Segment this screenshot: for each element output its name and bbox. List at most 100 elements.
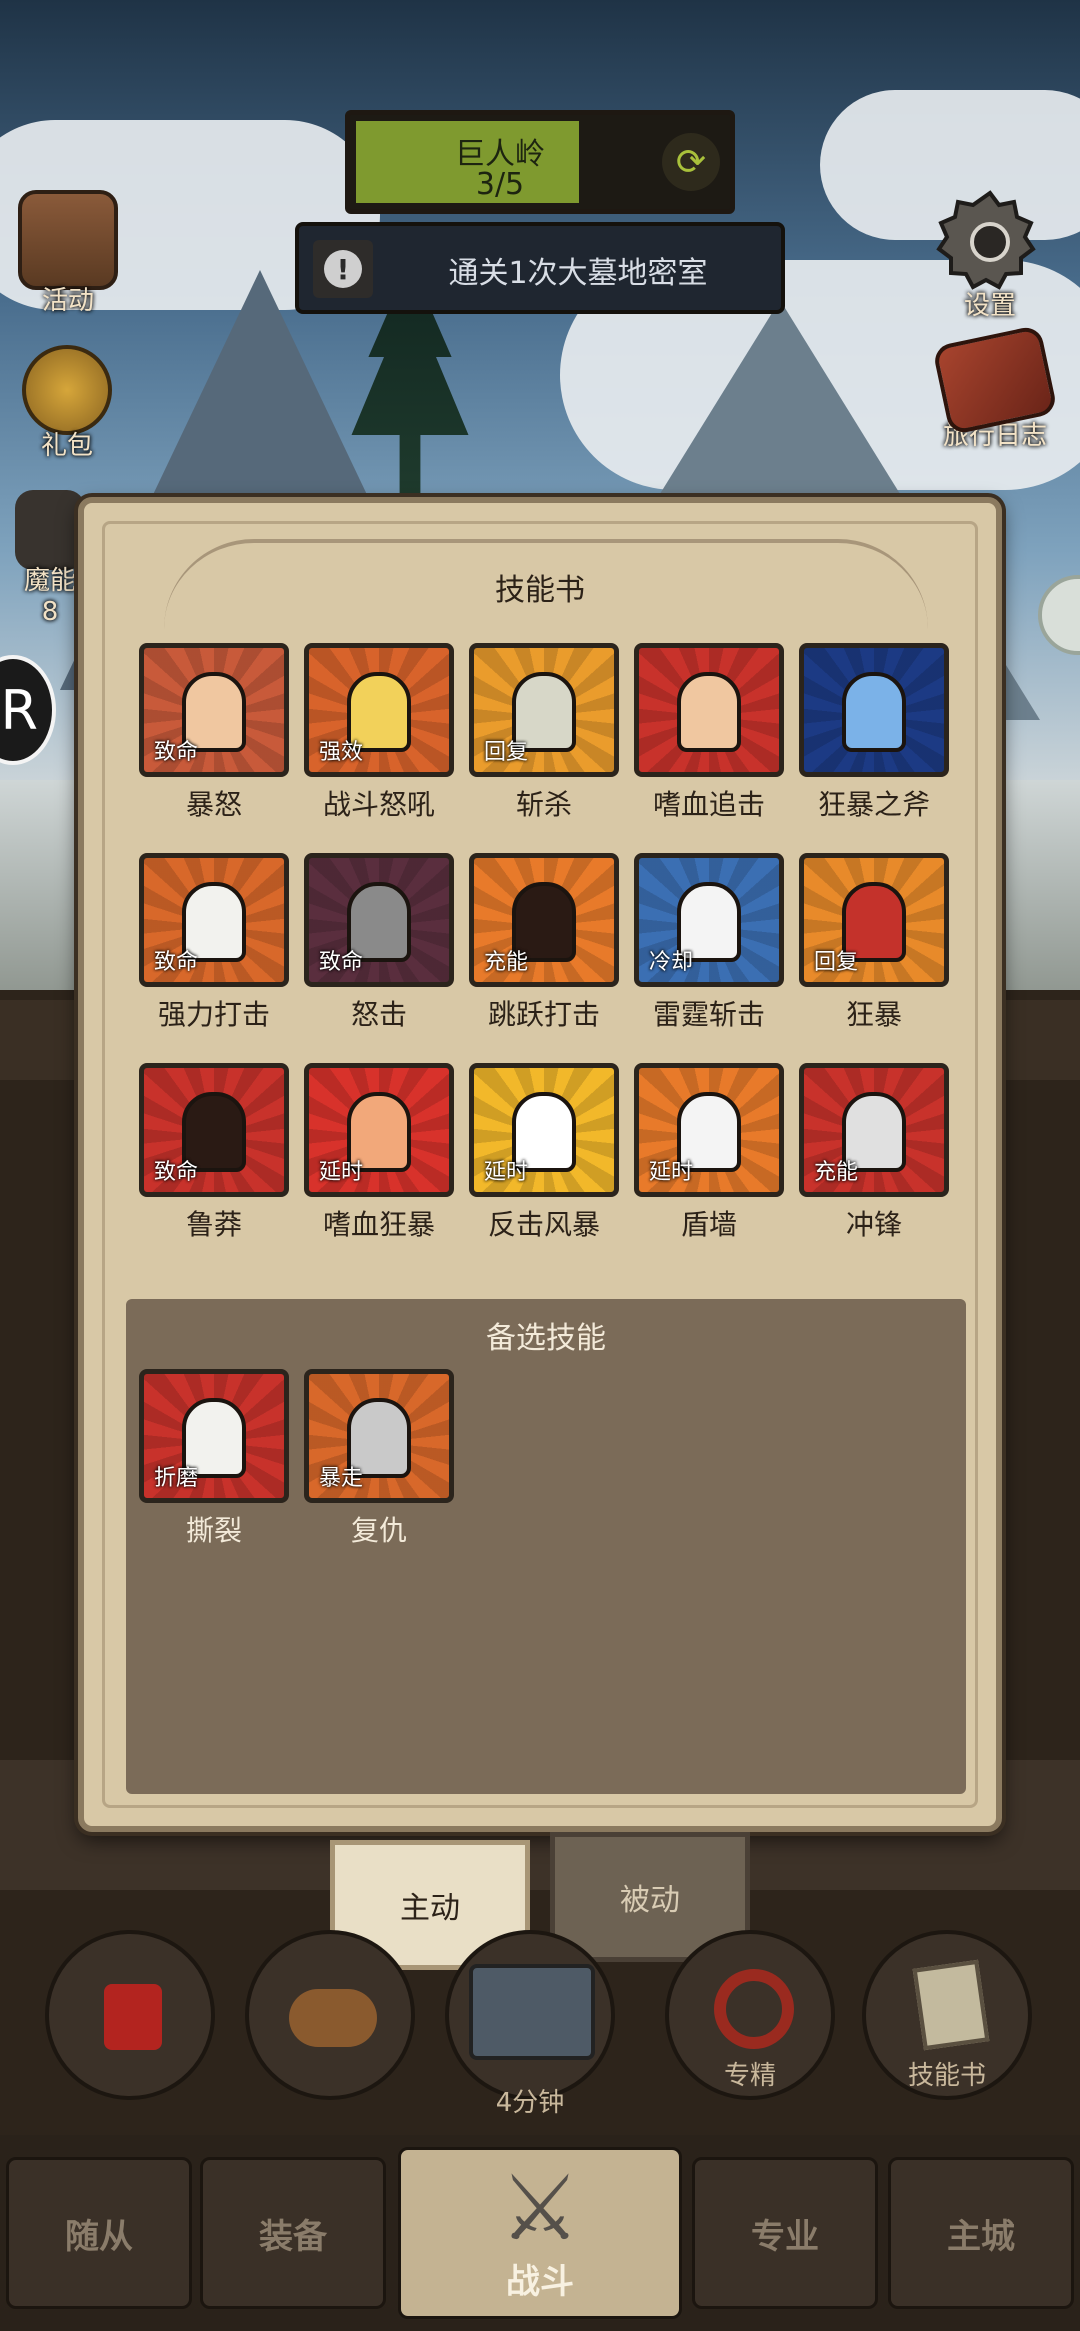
skill-tile[interactable]: 充能 跳跃打击	[468, 853, 620, 1033]
skill-tile[interactable]: 延时 反击风暴	[468, 1063, 620, 1243]
magic-count: 8	[41, 597, 59, 627]
skillbook-label: 技能书	[907, 2061, 986, 2091]
bottom-nav: 随从 装备 ⚔ 战斗 专业 主城	[0, 2135, 1080, 2331]
skill-art	[639, 648, 779, 772]
skill-icon: 延时	[304, 1063, 454, 1197]
crossed-swords-icon: ⚔	[499, 2155, 581, 2261]
game-screen: 巨人岭 3/5 ⟳ ! 通关1次大墓地密室 活动 礼包 魔能 8 R 设置 旅行…	[0, 0, 1080, 2331]
nav-equipment[interactable]: 装备	[200, 2157, 386, 2309]
nav-profession-label: 专业	[751, 2216, 819, 2257]
reserve-skills-panel: 备选技能 折磨 撕裂 暴走 复仇	[126, 1299, 966, 1794]
skill-icon: 回复	[469, 643, 619, 777]
skill-tile[interactable]: 回复斩杀	[468, 643, 620, 823]
quest-text: 通关1次大墓地密室	[448, 256, 708, 291]
specialize-icon	[714, 1969, 794, 2049]
skill-name: 鲁莽	[185, 1208, 242, 1241]
skill-name: 暴怒	[185, 788, 242, 821]
dialog-title: 技能书	[495, 573, 585, 608]
quest-bar[interactable]: ! 通关1次大墓地密室	[295, 222, 785, 314]
event-label: 活动	[41, 286, 94, 316]
skill-icon: 强效	[304, 643, 454, 777]
skill-tile[interactable]: 嗜血追击	[633, 643, 785, 823]
region-progress-count: 3/5	[475, 167, 525, 202]
skill-emblem	[842, 672, 906, 752]
skill-tile[interactable]: 延时 嗜血狂暴	[303, 1063, 455, 1243]
skill-name: 撕裂	[185, 1514, 242, 1547]
nav-equipment-label: 装备	[259, 2216, 327, 2257]
skill-tile[interactable]: 折磨 撕裂	[138, 1369, 290, 1549]
skill-tile[interactable]: 延时盾墙	[633, 1063, 785, 1243]
skill-icon: 致命	[304, 853, 454, 987]
gift-label: 礼包	[40, 431, 93, 461]
nav-main-city-label: 主城	[947, 2216, 1015, 2257]
nav-profession[interactable]: 专业	[692, 2157, 878, 2309]
skill-icon: 暴走	[304, 1369, 454, 1503]
reserve-title: 备选技能	[486, 1321, 606, 1356]
skill-tag: 致命	[319, 950, 364, 975]
food-button[interactable]	[245, 1930, 415, 2100]
skill-tag: 延时	[649, 1160, 694, 1185]
skill-name: 斩杀	[515, 788, 572, 821]
nav-battle[interactable]: ⚔ 战斗	[398, 2147, 682, 2319]
skill-icon: 充能	[469, 853, 619, 987]
refresh-icon[interactable]: ⟳	[662, 133, 720, 191]
skill-emblem	[677, 672, 741, 752]
quest-alert-icon: !	[313, 240, 373, 298]
reserve-grid: 折磨 撕裂 暴走 复仇	[138, 1369, 938, 1569]
magic-label: 魔能	[23, 566, 76, 596]
skill-icon: 延时	[634, 1063, 784, 1197]
journal-button[interactable]: 旅行日志	[930, 324, 1060, 452]
skill-tile[interactable]: 冷却 雷霆斩击	[633, 853, 785, 1033]
skill-name: 狂暴	[845, 998, 902, 1031]
skillbook-icon	[912, 1959, 990, 2051]
skill-tag: 致命	[154, 950, 199, 975]
skill-name: 冲锋	[845, 1208, 902, 1241]
skill-tile[interactable]: 狂暴之斧	[798, 643, 950, 823]
chest-timer: 4分钟	[495, 2088, 565, 2118]
skill-tag: 充能	[484, 950, 529, 975]
skill-tag: 回复	[484, 740, 529, 765]
potion-button[interactable]	[45, 1930, 215, 2100]
skill-icon	[634, 643, 784, 777]
skill-icon: 回复	[799, 853, 949, 987]
skill-icon: 折磨	[139, 1369, 289, 1503]
skill-tag: 致命	[154, 740, 199, 765]
region-progress-bar[interactable]: 巨人岭 3/5 ⟳	[345, 110, 735, 214]
skill-tile[interactable]: 充能冲锋	[798, 1063, 950, 1243]
skill-name: 盾墙	[680, 1208, 737, 1241]
skill-tag: 充能	[814, 1160, 859, 1185]
gift-coin-icon	[22, 345, 112, 435]
tab-active-label: 主动	[400, 1891, 460, 1926]
skill-tile[interactable]: 致命暴怒	[138, 643, 290, 823]
settings-button[interactable]: 设置	[935, 185, 1045, 322]
skill-tag: 强效	[319, 740, 364, 765]
skill-name: 嗜血追击	[652, 788, 765, 821]
skill-tile[interactable]: 回复狂暴	[798, 853, 950, 1033]
event-button[interactable]: 活动	[18, 190, 118, 317]
nav-main-city[interactable]: 主城	[888, 2157, 1074, 2309]
skill-tile[interactable]: 致命怒击	[303, 853, 455, 1033]
skill-tile[interactable]: 致命鲁莽	[138, 1063, 290, 1243]
skill-icon	[799, 643, 949, 777]
skill-tag: 致命	[154, 1160, 199, 1185]
skill-tag: 回复	[814, 950, 859, 975]
skill-icon: 致命	[139, 643, 289, 777]
nav-followers[interactable]: 随从	[6, 2157, 192, 2309]
skill-art	[804, 648, 944, 772]
skill-icon: 致命	[139, 853, 289, 987]
skill-tile[interactable]: 暴走 复仇	[303, 1369, 455, 1549]
skill-name: 怒击	[350, 998, 407, 1031]
skill-tile[interactable]: 致命 强力打击	[138, 853, 290, 1033]
bread-icon	[289, 1989, 377, 2047]
skill-name: 狂暴之斧	[817, 788, 930, 821]
event-board-icon	[18, 190, 118, 290]
potion-icon	[104, 1984, 162, 2050]
skill-name: 嗜血狂暴	[322, 1208, 435, 1241]
chest-icon	[469, 1964, 595, 2060]
gift-button[interactable]: 礼包	[22, 345, 112, 462]
chest-button[interactable]	[445, 1930, 615, 2100]
nav-battle-label: 战斗	[506, 2261, 574, 2302]
skill-tile[interactable]: 强效 战斗怒吼	[303, 643, 455, 823]
skill-name: 雷霆斩击	[652, 998, 765, 1031]
settings-label: 设置	[963, 291, 1016, 321]
